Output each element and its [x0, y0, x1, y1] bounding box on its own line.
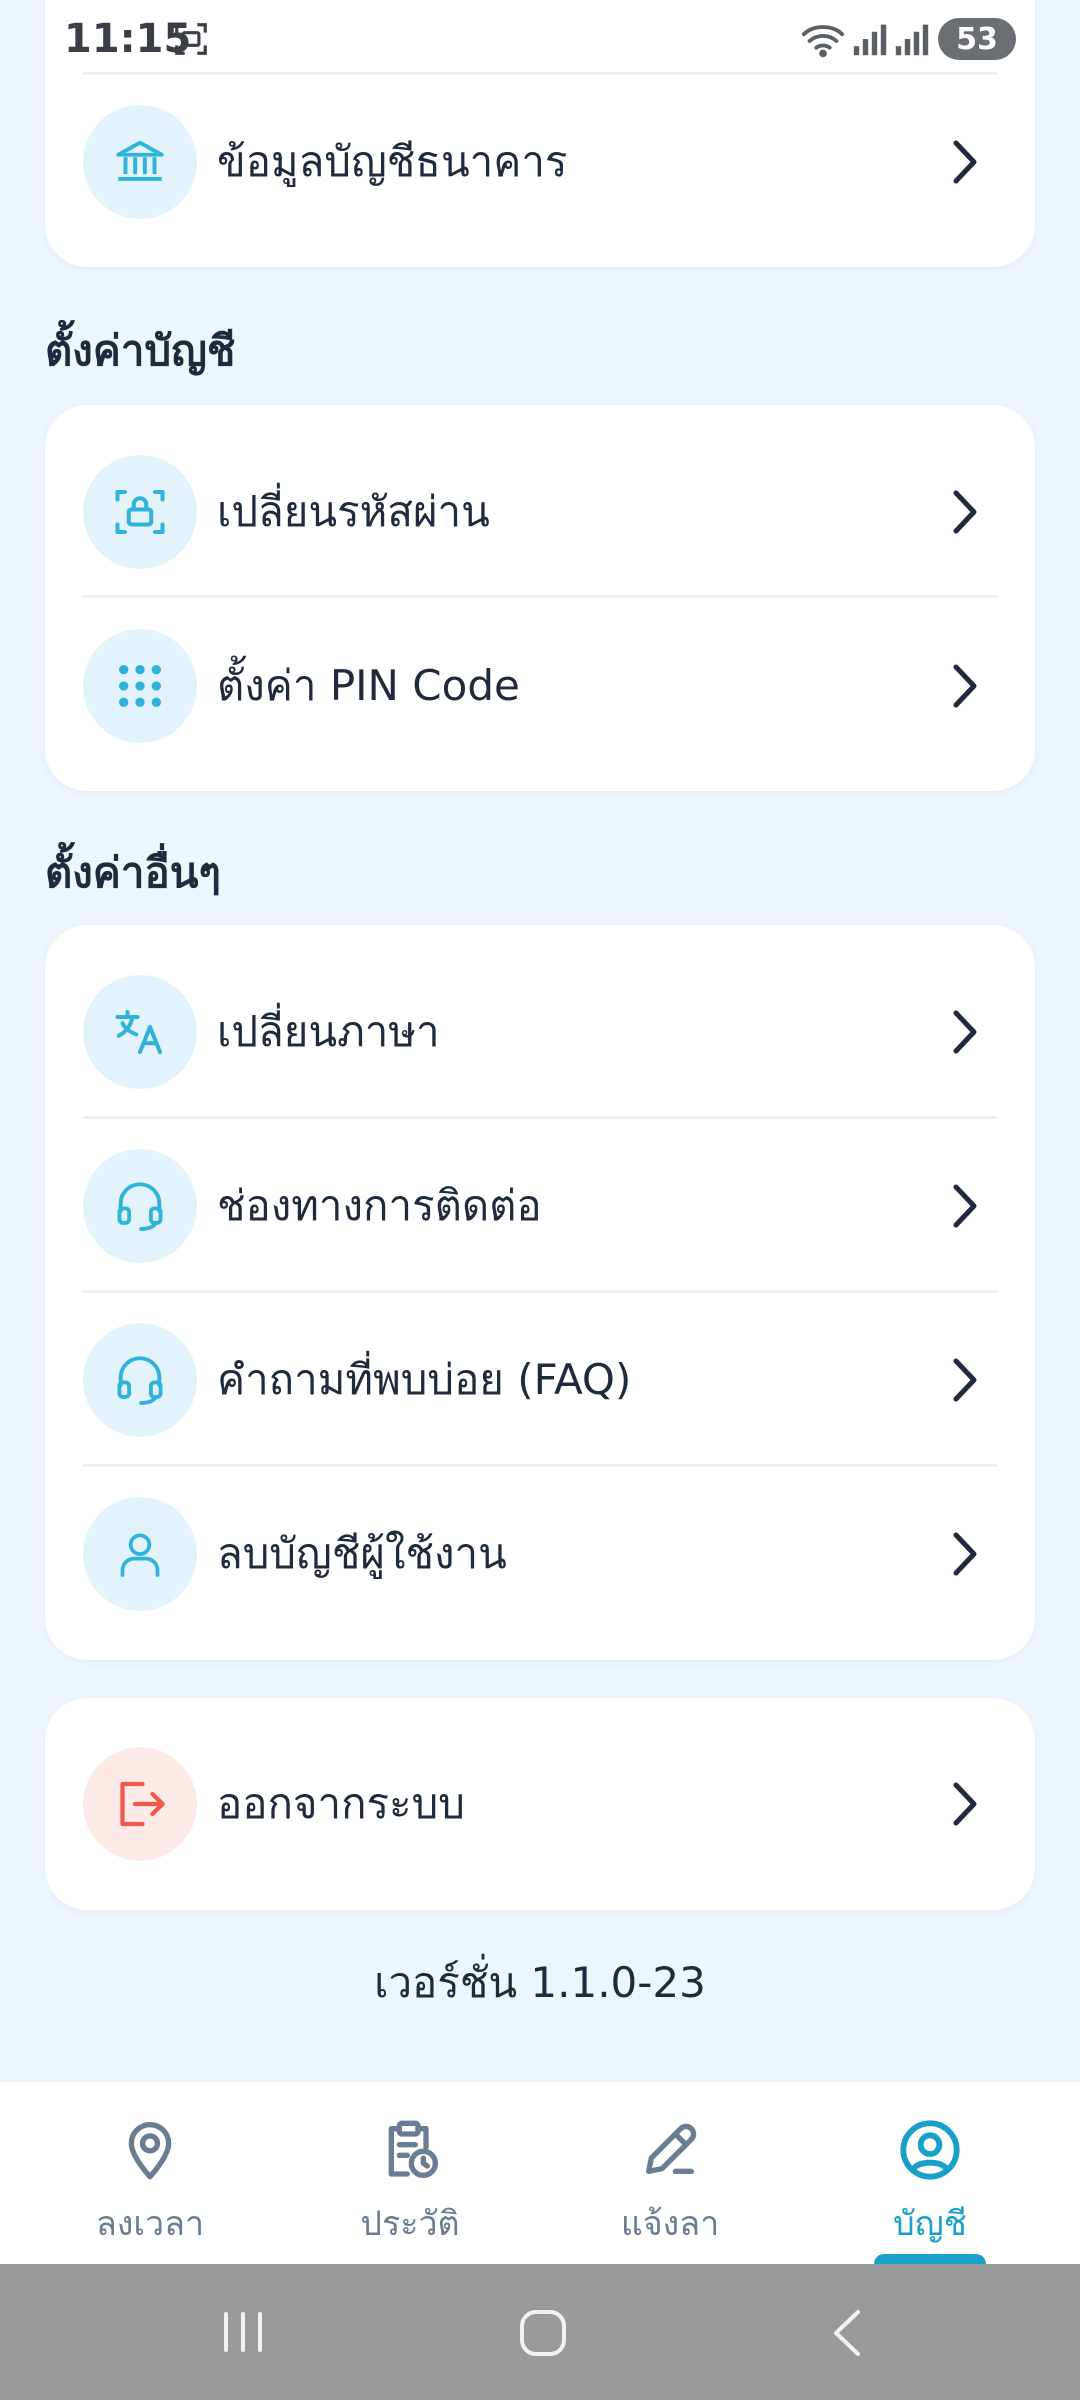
menu-item-contact-channels[interactable]: ช่องทางการติดต่อ [45, 1119, 1035, 1293]
chevron-right-icon [945, 1524, 985, 1584]
headset-icon [83, 1149, 197, 1263]
menu-item-label: คำถามที่พบบ่อย (FAQ) [217, 1355, 632, 1404]
location-pin-icon [128, 2122, 172, 2180]
chevron-right-icon [945, 132, 985, 192]
nav-label: ลงเวลา [95, 2204, 205, 2244]
nav-item-account[interactable]: บัญชี [820, 2082, 1040, 2264]
chevron-right-icon [945, 656, 985, 716]
chevron-right-icon [945, 1350, 985, 1410]
chevron-right-icon [945, 1176, 985, 1236]
menu-item-change-language[interactable]: เปลี่ยนภาษา [45, 945, 1035, 1119]
menu-item-label: ตั้งค่า PIN Code [217, 661, 520, 710]
screenshot-icon [175, 23, 207, 55]
keypad-icon [83, 629, 197, 743]
back-icon[interactable] [826, 2308, 866, 2358]
chevron-right-icon [945, 1774, 985, 1834]
signal-icon [853, 24, 887, 56]
bank-icon [83, 105, 197, 219]
divider [83, 595, 997, 598]
recent-apps-icon[interactable] [220, 2310, 266, 2354]
menu-item-label: เปลี่ยนภาษา [217, 1007, 440, 1056]
logout-icon [83, 1747, 197, 1861]
menu-item-bank-info[interactable]: ข้อมูลบัญชีธนาคาร [45, 75, 1035, 249]
other-settings-card: เปลี่ยนภาษา ช่องทางการติดต่อ คำถามที่พบบ… [45, 925, 1035, 1660]
menu-item-delete-account[interactable]: ลบบัญชีผู้ใช้งาน [45, 1467, 1035, 1641]
lock-icon [83, 455, 197, 569]
nav-label: แจ้งลา [620, 2204, 720, 2244]
menu-item-pin-code[interactable]: ตั้งค่า PIN Code [45, 599, 1035, 773]
nav-label: ประวัติ [360, 2204, 460, 2244]
chevron-right-icon [945, 482, 985, 542]
menu-item-faq[interactable]: คำถามที่พบบ่อย (FAQ) [45, 1293, 1035, 1467]
pencil-edit-icon [646, 2123, 697, 2174]
signal-icon [895, 24, 929, 56]
menu-item-label: ลบบัญชีผู้ใช้งาน [217, 1529, 507, 1578]
menu-item-change-password[interactable]: เปลี่ยนรหัสผ่าน [45, 425, 1035, 599]
translate-icon [83, 975, 197, 1089]
system-navigation-bar [0, 2264, 1080, 2400]
chevron-right-icon [945, 1002, 985, 1062]
logout-button[interactable]: ออกจากระบบ [45, 1717, 1035, 1891]
battery-indicator: 53 [938, 18, 1016, 60]
nav-item-history[interactable]: ประวัติ [300, 2082, 520, 2264]
section-title-other-settings: ตั้งค่าอื่นๆ [45, 848, 221, 897]
home-icon[interactable] [518, 2308, 568, 2358]
logout-card: ออกจากระบบ [45, 1698, 1035, 1910]
logout-label: ออกจากระบบ [217, 1779, 465, 1828]
user-circle-icon [900, 2120, 960, 2180]
menu-item-label: เปลี่ยนรหัสผ่าน [217, 487, 490, 536]
wifi-icon [801, 25, 845, 58]
menu-item-label: ช่องทางการติดต่อ [217, 1181, 542, 1230]
nav-item-leave-request[interactable]: แจ้งลา [560, 2082, 780, 2264]
user-icon [83, 1497, 197, 1611]
bottom-navigation: ลงเวลา ประวัติ แจ้งลา บัญชี [0, 2082, 1080, 2268]
app-version: เวอร์ชั่น 1.1.0-23 [374, 1958, 706, 2007]
menu-item-label: ข้อมูลบัญชีธนาคาร [217, 137, 568, 186]
status-bar: 11:15 53 [0, 0, 1080, 80]
section-title-account-settings: ตั้งค่าบัญชี [45, 326, 236, 375]
account-settings-scroll[interactable]: ข้อมูลบัญชีธนาคาร ตั้งค่าบัญชี เปลี่ยนรห… [0, 0, 1080, 2082]
account-settings-card: เปลี่ยนรหัสผ่าน ตั้งค่า PIN Code [45, 405, 1035, 791]
headset-icon [83, 1323, 197, 1437]
nav-label: บัญชี [893, 2204, 967, 2244]
clipboard-clock-icon [388, 2120, 438, 2178]
nav-item-clock-in[interactable]: ลงเวลา [40, 2082, 260, 2264]
